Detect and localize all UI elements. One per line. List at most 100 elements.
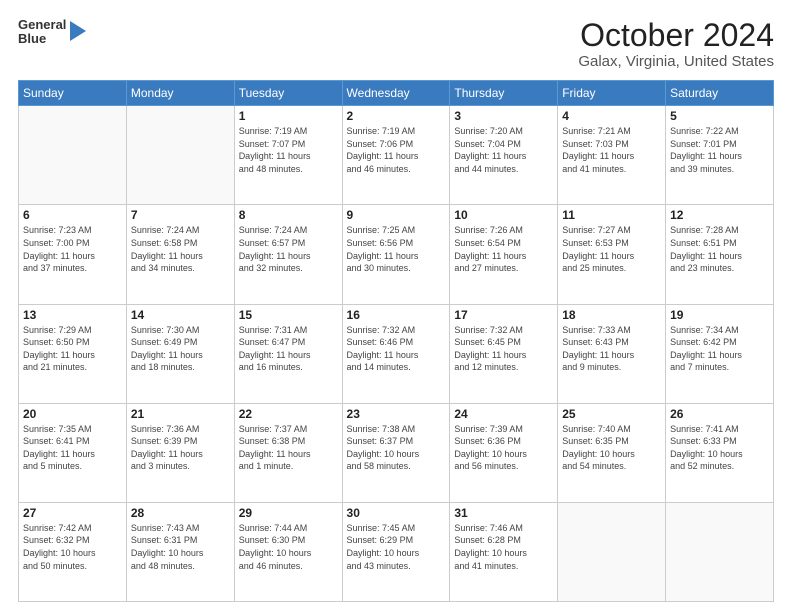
table-row: 25 Sunrise: 7:40 AM Sunset: 6:35 PM Dayli… bbox=[558, 403, 666, 502]
day-number: 29 bbox=[239, 506, 338, 520]
day-info: Sunrise: 7:41 AM Sunset: 6:33 PM Dayligh… bbox=[670, 423, 769, 473]
day-number: 22 bbox=[239, 407, 338, 421]
calendar-week-row: 13 Sunrise: 7:29 AM Sunset: 6:50 PM Dayli… bbox=[19, 304, 774, 403]
table-row: 23 Sunrise: 7:38 AM Sunset: 6:37 PM Dayli… bbox=[342, 403, 450, 502]
table-row: 29 Sunrise: 7:44 AM Sunset: 6:30 PM Dayli… bbox=[234, 502, 342, 601]
day-info: Sunrise: 7:43 AM Sunset: 6:31 PM Dayligh… bbox=[131, 522, 230, 572]
day-number: 30 bbox=[347, 506, 446, 520]
calendar-header-row: Sunday Monday Tuesday Wednesday Thursday… bbox=[19, 81, 774, 106]
table-row bbox=[558, 502, 666, 601]
day-number: 21 bbox=[131, 407, 230, 421]
table-row: 22Sunrise: 7:37 AM Sunset: 6:38 PM Dayli… bbox=[234, 403, 342, 502]
day-number: 26 bbox=[670, 407, 769, 421]
day-info: Sunrise: 7:31 AM Sunset: 6:47 PM Dayligh… bbox=[239, 324, 338, 374]
day-info: Sunrise: 7:34 AM Sunset: 6:42 PM Dayligh… bbox=[670, 324, 769, 374]
day-number: 23 bbox=[347, 407, 446, 421]
table-row: 26 Sunrise: 7:41 AM Sunset: 6:33 PM Dayli… bbox=[666, 403, 774, 502]
table-row: 20Sunrise: 7:35 AM Sunset: 6:41 PM Dayli… bbox=[19, 403, 127, 502]
calendar-week-row: 1 Sunrise: 7:19 AM Sunset: 7:07 PM Daylig… bbox=[19, 106, 774, 205]
day-number: 1 bbox=[239, 109, 338, 123]
table-row: 19Sunrise: 7:34 AM Sunset: 6:42 PM Dayli… bbox=[666, 304, 774, 403]
day-info: Sunrise: 7:39 AM Sunset: 6:36 PM Dayligh… bbox=[454, 423, 553, 473]
table-row: 9 Sunrise: 7:25 AM Sunset: 6:56 PM Daylig… bbox=[342, 205, 450, 304]
day-number: 27 bbox=[23, 506, 122, 520]
day-info: Sunrise: 7:24 AM Sunset: 6:58 PM Dayligh… bbox=[131, 224, 230, 274]
calendar-subtitle: Galax, Virginia, United States bbox=[578, 53, 774, 70]
col-friday: Friday bbox=[558, 81, 666, 106]
day-number: 6 bbox=[23, 208, 122, 222]
day-number: 24 bbox=[454, 407, 553, 421]
day-number: 9 bbox=[347, 208, 446, 222]
table-row: 16 Sunrise: 7:32 AM Sunset: 6:46 PM Dayli… bbox=[342, 304, 450, 403]
table-row: 2 Sunrise: 7:19 AM Sunset: 7:06 PM Daylig… bbox=[342, 106, 450, 205]
day-info: Sunrise: 7:36 AM Sunset: 6:39 PM Dayligh… bbox=[131, 423, 230, 473]
col-sunday: Sunday bbox=[19, 81, 127, 106]
day-info: Sunrise: 7:42 AM Sunset: 6:32 PM Dayligh… bbox=[23, 522, 122, 572]
table-row: 3 Sunrise: 7:20 AM Sunset: 7:04 PM Daylig… bbox=[450, 106, 558, 205]
day-info: Sunrise: 7:25 AM Sunset: 6:56 PM Dayligh… bbox=[347, 224, 446, 274]
day-number: 17 bbox=[454, 308, 553, 322]
day-number: 7 bbox=[131, 208, 230, 222]
day-number: 31 bbox=[454, 506, 553, 520]
logo-arrow-icon bbox=[70, 21, 86, 41]
day-info: Sunrise: 7:38 AM Sunset: 6:37 PM Dayligh… bbox=[347, 423, 446, 473]
table-row: 18 Sunrise: 7:33 AM Sunset: 6:43 PM Dayli… bbox=[558, 304, 666, 403]
day-info: Sunrise: 7:29 AM Sunset: 6:50 PM Dayligh… bbox=[23, 324, 122, 374]
calendar-week-row: 6 Sunrise: 7:23 AM Sunset: 7:00 PM Daylig… bbox=[19, 205, 774, 304]
day-number: 14 bbox=[131, 308, 230, 322]
day-info: Sunrise: 7:27 AM Sunset: 6:53 PM Dayligh… bbox=[562, 224, 661, 274]
table-row: 15 Sunrise: 7:31 AM Sunset: 6:47 PM Dayli… bbox=[234, 304, 342, 403]
table-row bbox=[126, 106, 234, 205]
day-info: Sunrise: 7:45 AM Sunset: 6:29 PM Dayligh… bbox=[347, 522, 446, 572]
day-info: Sunrise: 7:21 AM Sunset: 7:03 PM Dayligh… bbox=[562, 125, 661, 175]
table-row: 24 Sunrise: 7:39 AM Sunset: 6:36 PM Dayli… bbox=[450, 403, 558, 502]
calendar-table: Sunday Monday Tuesday Wednesday Thursday… bbox=[18, 80, 774, 602]
table-row: 27 Sunrise: 7:42 AM Sunset: 6:32 PM Dayli… bbox=[19, 502, 127, 601]
col-thursday: Thursday bbox=[450, 81, 558, 106]
day-number: 16 bbox=[347, 308, 446, 322]
day-number: 15 bbox=[239, 308, 338, 322]
table-row: 14 Sunrise: 7:30 AM Sunset: 6:49 PM Dayli… bbox=[126, 304, 234, 403]
day-number: 8 bbox=[239, 208, 338, 222]
table-row: 12Sunrise: 7:28 AM Sunset: 6:51 PM Dayli… bbox=[666, 205, 774, 304]
col-tuesday: Tuesday bbox=[234, 81, 342, 106]
page: General Blue October 2024 Galax, Virgini… bbox=[0, 0, 792, 612]
day-info: Sunrise: 7:24 AM Sunset: 6:57 PM Dayligh… bbox=[239, 224, 338, 274]
table-row: 21 Sunrise: 7:36 AM Sunset: 6:39 PM Dayli… bbox=[126, 403, 234, 502]
table-row bbox=[19, 106, 127, 205]
day-number: 18 bbox=[562, 308, 661, 322]
day-number: 12 bbox=[670, 208, 769, 222]
day-number: 20 bbox=[23, 407, 122, 421]
table-row: 1 Sunrise: 7:19 AM Sunset: 7:07 PM Daylig… bbox=[234, 106, 342, 205]
table-row: 13 Sunrise: 7:29 AM Sunset: 6:50 PM Dayli… bbox=[19, 304, 127, 403]
logo-text: General Blue bbox=[18, 18, 66, 47]
day-info: Sunrise: 7:40 AM Sunset: 6:35 PM Dayligh… bbox=[562, 423, 661, 473]
day-number: 10 bbox=[454, 208, 553, 222]
table-row: 5Sunrise: 7:22 AM Sunset: 7:01 PM Daylig… bbox=[666, 106, 774, 205]
day-info: Sunrise: 7:19 AM Sunset: 7:07 PM Dayligh… bbox=[239, 125, 338, 175]
day-number: 13 bbox=[23, 308, 122, 322]
table-row: 28 Sunrise: 7:43 AM Sunset: 6:31 PM Dayli… bbox=[126, 502, 234, 601]
day-info: Sunrise: 7:19 AM Sunset: 7:06 PM Dayligh… bbox=[347, 125, 446, 175]
day-number: 3 bbox=[454, 109, 553, 123]
calendar-week-row: 27 Sunrise: 7:42 AM Sunset: 6:32 PM Dayli… bbox=[19, 502, 774, 601]
day-info: Sunrise: 7:32 AM Sunset: 6:45 PM Dayligh… bbox=[454, 324, 553, 374]
day-number: 28 bbox=[131, 506, 230, 520]
day-info: Sunrise: 7:33 AM Sunset: 6:43 PM Dayligh… bbox=[562, 324, 661, 374]
day-info: Sunrise: 7:46 AM Sunset: 6:28 PM Dayligh… bbox=[454, 522, 553, 572]
day-info: Sunrise: 7:22 AM Sunset: 7:01 PM Dayligh… bbox=[670, 125, 769, 175]
day-info: Sunrise: 7:20 AM Sunset: 7:04 PM Dayligh… bbox=[454, 125, 553, 175]
col-saturday: Saturday bbox=[666, 81, 774, 106]
day-info: Sunrise: 7:23 AM Sunset: 7:00 PM Dayligh… bbox=[23, 224, 122, 274]
day-number: 4 bbox=[562, 109, 661, 123]
day-number: 11 bbox=[562, 208, 661, 222]
table-row bbox=[666, 502, 774, 601]
day-info: Sunrise: 7:32 AM Sunset: 6:46 PM Dayligh… bbox=[347, 324, 446, 374]
table-row: 7 Sunrise: 7:24 AM Sunset: 6:58 PM Daylig… bbox=[126, 205, 234, 304]
day-number: 25 bbox=[562, 407, 661, 421]
day-number: 2 bbox=[347, 109, 446, 123]
day-info: Sunrise: 7:44 AM Sunset: 6:30 PM Dayligh… bbox=[239, 522, 338, 572]
logo-line1: General bbox=[18, 18, 66, 32]
table-row: 10Sunrise: 7:26 AM Sunset: 6:54 PM Dayli… bbox=[450, 205, 558, 304]
day-info: Sunrise: 7:30 AM Sunset: 6:49 PM Dayligh… bbox=[131, 324, 230, 374]
